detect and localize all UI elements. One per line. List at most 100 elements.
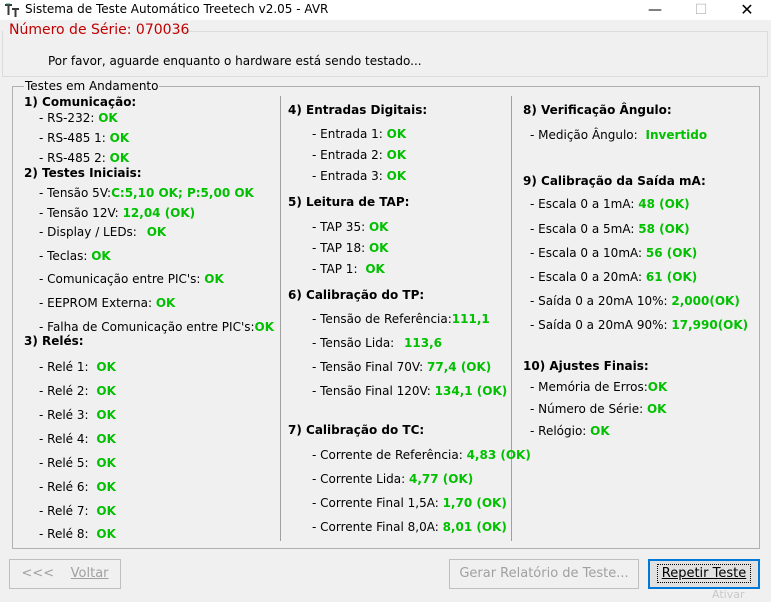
- result-row: - Tensão Final 120V: 134,1 (OK): [312, 384, 507, 398]
- result-label: - Medição Ângulo:: [530, 128, 638, 142]
- section-digital-inputs: 4) Entradas Digitais:: [288, 103, 428, 117]
- result-label: - Tensão 5V:: [39, 186, 112, 200]
- result-label: - Escala 0 a 10mA:: [530, 246, 643, 260]
- result-label: - Corrente Lida:: [312, 472, 406, 486]
- result-value: OK: [109, 151, 130, 165]
- result-row: - Tensão Lida: 113,6: [312, 336, 442, 350]
- result-label: - Relé 5:: [39, 456, 89, 470]
- result-row: - Tensão de Referência:111,1: [312, 312, 490, 326]
- result-row: - Entrada 3: OK: [312, 169, 406, 183]
- relay-row: - Relé 4: OK: [39, 432, 116, 446]
- result-row: - Escala 0 a 20mA: 61 (OK): [530, 270, 697, 284]
- result-row: - Medição Ângulo: Invertido: [530, 128, 707, 142]
- minimize-icon[interactable]: —: [632, 0, 678, 20]
- result-value: 2,000(OK): [671, 294, 740, 308]
- result-value: OK: [590, 424, 610, 438]
- result-value: OK: [386, 169, 407, 183]
- result-label: - TAP 1:: [312, 262, 358, 276]
- result-label: - Relé 3:: [39, 408, 89, 422]
- result-label: - Entrada 1:: [312, 127, 383, 141]
- result-label: - Comunicação entre PIC's:: [39, 272, 201, 286]
- result-row: - Falha de Comunicação entre PIC's:OK: [39, 320, 274, 334]
- result-label: - Tensão de Referência:: [312, 312, 452, 326]
- result-value: OK: [368, 241, 389, 255]
- generate-report-label: Gerar Relatório de Teste...: [459, 566, 629, 581]
- result-value: OK: [96, 360, 116, 374]
- result-row: - RS-232: OK: [39, 111, 118, 125]
- result-value: OK: [91, 249, 111, 263]
- result-label: - RS-485 2:: [39, 151, 106, 165]
- result-label: - Relé 6:: [39, 480, 89, 494]
- app-logo-icon: [5, 3, 19, 17]
- result-value: 17,990(OK): [671, 318, 749, 332]
- result-value: C:5,10 OK; P:5,00 OK: [111, 186, 254, 200]
- result-value: 12,04 (OK): [122, 206, 196, 220]
- relay-row: - Relé 3: OK: [39, 408, 116, 422]
- generate-report-button[interactable]: Gerar Relatório de Teste...: [449, 559, 639, 589]
- result-label: - Tensão Final 70V:: [312, 360, 424, 374]
- result-label: - Display / LEDs:: [39, 225, 137, 239]
- result-value: 1,70 (OK): [442, 496, 507, 510]
- result-row: - Corrente Final 1,5A: 1,70 (OK): [312, 496, 507, 510]
- tests-group-title: Testes em Andamento: [24, 79, 160, 93]
- result-row: - Display / LEDs: OK: [39, 225, 166, 239]
- result-value: OK: [96, 384, 116, 398]
- result-row: - Tensão 5V:C:5,10 OK; P:5,00 OK: [39, 186, 254, 200]
- title-bar: Sistema de Teste Automático Treetech v2.…: [0, 0, 771, 20]
- result-row: - TAP 35: OK: [312, 220, 388, 234]
- result-label: - Saída 0 a 20mA 90%:: [530, 318, 668, 332]
- result-row: - Saída 0 a 20mA 90%: 17,990(OK): [530, 318, 748, 332]
- result-value: 61 (OK): [645, 270, 698, 284]
- result-value: OK: [386, 127, 407, 141]
- result-row: - Escala 0 a 10mA: 56 (OK): [530, 246, 697, 260]
- serial-number: Número de Série: 070036: [9, 22, 190, 38]
- result-row: - Corrente Final 8,0A: 8,01 (OK): [312, 520, 507, 534]
- back-button[interactable]: <<< Voltar: [9, 559, 121, 589]
- result-value: 4,83 (OK): [466, 448, 531, 462]
- result-label: - TAP 35:: [312, 220, 366, 234]
- column-separator: [511, 96, 512, 541]
- result-value: 48 (OK): [638, 197, 690, 211]
- result-value: Invertido: [645, 128, 708, 142]
- result-label: - Entrada 3:: [312, 169, 383, 183]
- activation-watermark: Ativar: [712, 588, 745, 601]
- result-row: - Número de Série: OK: [530, 402, 666, 416]
- result-value: 56 (OK): [645, 246, 698, 260]
- result-row: - TAP 18: OK: [312, 241, 388, 255]
- section-tp-calibration: 6) Calibração do TP:: [288, 288, 425, 302]
- result-row: - Comunicação entre PIC's: OK: [39, 272, 224, 286]
- result-label: - Escala 0 a 20mA:: [530, 270, 643, 284]
- result-label: - EEPROM Externa:: [39, 296, 152, 310]
- result-value: OK: [96, 456, 116, 470]
- relay-row: - Relé 7: OK: [39, 504, 116, 518]
- result-value: OK: [109, 131, 130, 145]
- result-row: - Saída 0 a 20mA 10%: 2,000(OK): [530, 294, 740, 308]
- result-row: - TAP 1: OK: [312, 262, 385, 276]
- result-label: - Tensão Final 120V:: [312, 384, 431, 398]
- result-label: - RS-485 1:: [39, 131, 106, 145]
- result-row: - Teclas: OK: [39, 249, 111, 263]
- repeat-test-button[interactable]: Repetir Teste: [648, 559, 760, 589]
- result-value: OK: [155, 296, 176, 310]
- repeat-test-label: Repetir Teste: [656, 564, 752, 583]
- back-arrow-icon: <<<: [21, 566, 55, 581]
- result-row: - Entrada 2: OK: [312, 148, 406, 162]
- result-label: - Teclas:: [39, 249, 88, 263]
- result-label: - Número de Série:: [530, 402, 644, 416]
- result-row: - Tensão 12V: 12,04 (OK): [39, 206, 195, 220]
- status-message: Por favor, aguarde enquanto o hardware e…: [48, 54, 422, 68]
- result-row: - EEPROM Externa: OK: [39, 296, 175, 310]
- result-label: - TAP 18:: [312, 241, 366, 255]
- result-value: OK: [96, 527, 116, 541]
- column-separator: [280, 96, 281, 541]
- result-value: OK: [386, 148, 407, 162]
- result-row: - Escala 0 a 5mA: 58 (OK): [530, 222, 690, 236]
- close-icon[interactable]: ✕: [724, 0, 770, 20]
- relay-row: - Relé 8: OK: [39, 527, 116, 541]
- section-tc-calibration: 7) Calibração do TC:: [288, 423, 425, 437]
- result-label: - Relé 2:: [39, 384, 89, 398]
- section-final-adjustments: 10) Ajustes Finais:: [523, 359, 649, 373]
- result-label: - Falha de Comunicação entre PIC's:: [39, 320, 255, 334]
- result-label: - Escala 0 a 5mA:: [530, 222, 635, 236]
- result-value: OK: [96, 432, 116, 446]
